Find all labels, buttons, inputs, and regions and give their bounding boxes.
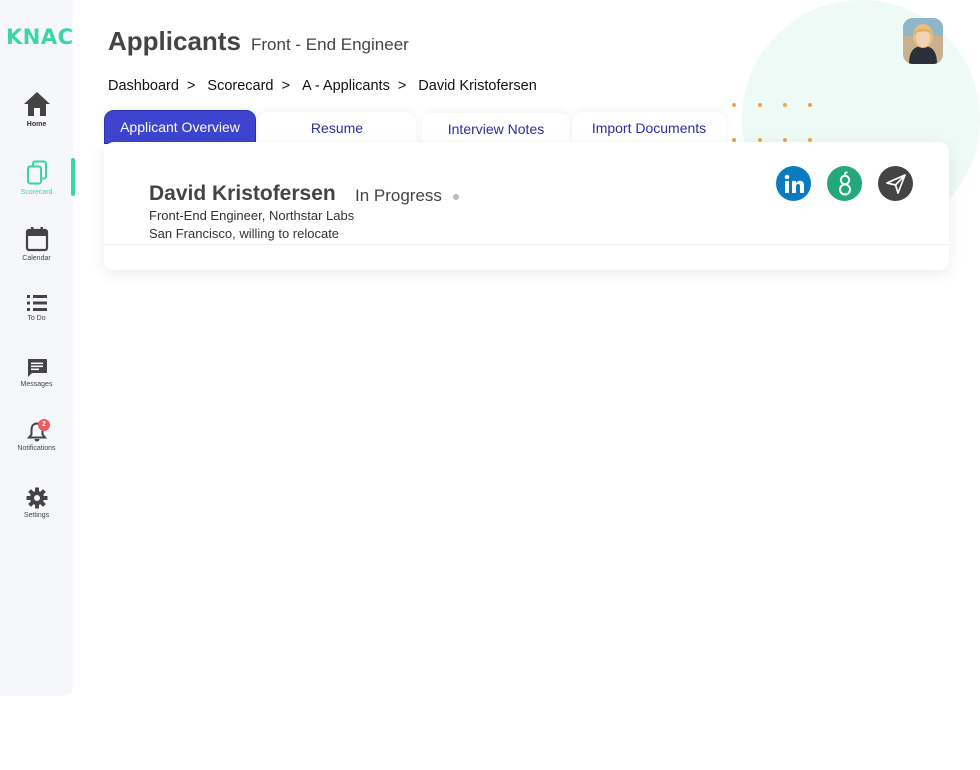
status-badge: In Progress <box>355 186 442 205</box>
sidebar-item-messages[interactable]: Messages <box>0 358 73 388</box>
applicant-name: David Kristofersen <box>149 182 336 205</box>
avatar-image <box>903 18 943 64</box>
send-message-button[interactable] <box>878 166 913 201</box>
applicant-location: San Francisco, willing to relocate <box>149 226 340 241</box>
tab-resume[interactable]: Resume <box>258 112 416 144</box>
sidebar: KNAC Home Scorecard Calendar To Do Messa… <box>0 0 75 696</box>
sidebar-item-label: Scorecard <box>20 189 53 196</box>
sidebar-item-label: Messages <box>20 381 53 388</box>
gear-icon <box>26 487 47 509</box>
applicant-card: David Kristofersen In Progress Front-End… <box>104 142 949 270</box>
calendar-icon <box>25 227 48 252</box>
active-indicator <box>71 158 75 196</box>
linkedin-icon <box>784 174 804 193</box>
breadcrumb-item-current: David Kristofersen <box>418 78 537 94</box>
sidebar-item-label: Calendar <box>22 255 51 262</box>
linkedin-button[interactable] <box>776 166 811 201</box>
breadcrumb-separator: > <box>186 78 196 94</box>
sidebar-item-home[interactable]: Home <box>0 90 73 128</box>
breadcrumb-item-applicants[interactable]: A - Applicants <box>302 78 390 94</box>
page-title: Applicants <box>108 26 241 56</box>
breadcrumb-separator: > <box>281 78 290 94</box>
breadcrumb: Dashboard > Scorecard > A - Applicants >… <box>108 78 537 94</box>
decorative-dots <box>728 100 828 148</box>
avatar[interactable] <box>903 18 943 64</box>
breadcrumb-separator: > <box>397 78 407 94</box>
sidebar-item-scorecard[interactable]: Scorecard <box>0 160 73 196</box>
sidebar-item-label: Settings <box>23 512 50 519</box>
notification-badge: 2 <box>38 419 50 431</box>
tab-import-documents[interactable]: Import Documents <box>572 112 726 144</box>
scorecard-icon <box>26 160 47 185</box>
sidebar-item-label: Notifications <box>17 445 56 452</box>
card-divider <box>104 244 949 245</box>
applicant-role: Front-End Engineer, Northstar Labs <box>149 208 355 223</box>
breadcrumb-item-scorecard[interactable]: Scorecard <box>207 78 273 94</box>
greenhouse-button[interactable] <box>827 166 862 201</box>
page-subtitle: Front - End Engineer <box>251 35 409 54</box>
tab-applicant-overview[interactable]: Applicant Overview <box>104 110 256 144</box>
sidebar-item-settings[interactable]: Settings <box>0 487 73 519</box>
sidebar-item-label: Home <box>26 121 47 128</box>
sidebar-item-notifications[interactable]: 2 Notifications <box>0 419 73 452</box>
sidebar-item-todo[interactable]: To Do <box>0 294 73 322</box>
greenhouse-icon <box>838 171 851 195</box>
list-icon <box>26 295 47 311</box>
message-icon <box>27 359 47 377</box>
breadcrumb-item-dashboard[interactable]: Dashboard <box>108 78 179 94</box>
send-icon <box>885 173 906 194</box>
status-dot <box>453 194 459 200</box>
sidebar-item-label: To Do <box>27 315 46 322</box>
tab-interview-notes[interactable]: Interview Notes <box>422 113 570 145</box>
home-icon <box>23 92 50 116</box>
sidebar-item-calendar[interactable]: Calendar <box>0 226 73 262</box>
brand-logo[interactable]: KNAC <box>6 25 74 49</box>
